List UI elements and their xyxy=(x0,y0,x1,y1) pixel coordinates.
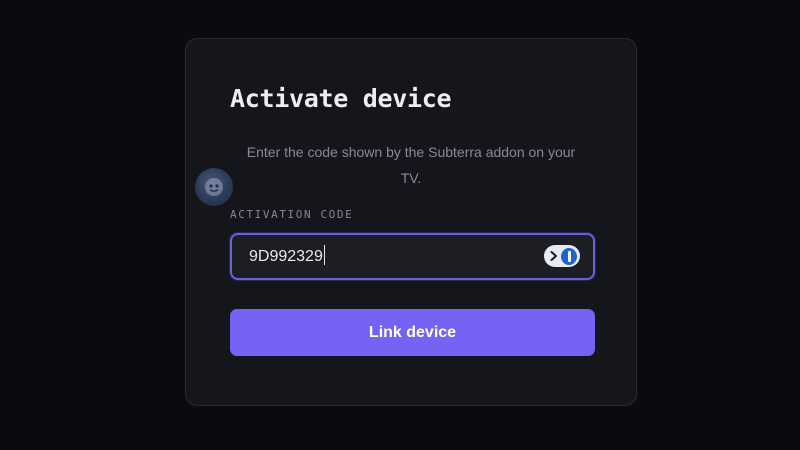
instructions-text: Enter the code shown by the Subterra add… xyxy=(246,144,576,186)
activation-code-input-wrap[interactable]: 9D992329 xyxy=(249,235,325,278)
activation-card: Activate device Enter the code shown by … xyxy=(185,38,637,406)
page-title: Activate device xyxy=(230,84,452,113)
chevron-right-icon xyxy=(547,248,560,264)
onepassword-icon xyxy=(561,247,577,265)
password-manager-button[interactable] xyxy=(544,245,580,267)
link-device-button[interactable]: Link device xyxy=(230,309,595,356)
activation-code-field[interactable]: 9D992329 xyxy=(230,233,595,280)
text-caret xyxy=(323,245,325,266)
activation-code-label: ACTIVATION CODE xyxy=(230,208,354,221)
activation-code-input[interactable]: 9D992329 xyxy=(249,248,323,265)
page-background: Activate device Enter the code shown by … xyxy=(0,0,800,450)
robot-face-icon xyxy=(195,168,233,206)
